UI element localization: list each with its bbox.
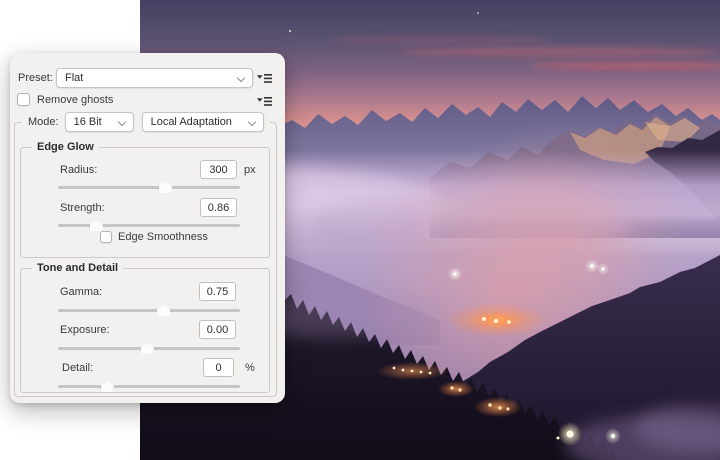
bit-depth-value: 16 Bit — [73, 116, 102, 128]
detail-slider[interactable] — [58, 380, 240, 393]
mode-row: Mode: 16 Bit Local Adaptation — [22, 111, 270, 133]
gamma-input[interactable] — [199, 282, 236, 301]
flyout-menu-icon — [257, 74, 272, 83]
gamma-label: Gamma: — [60, 286, 103, 298]
mode-label: Mode: — [28, 115, 59, 128]
preset-flyout-button[interactable] — [257, 73, 272, 84]
radius-slider-thumb[interactable] — [158, 182, 172, 193]
radius-unit: px — [244, 164, 256, 176]
method-dropdown[interactable]: Local Adaptation — [141, 112, 264, 132]
bit-depth-dropdown[interactable]: 16 Bit — [64, 112, 134, 132]
chevron-down-icon — [236, 73, 246, 83]
flyout-menu-icon — [257, 97, 272, 106]
exposure-slider[interactable] — [58, 342, 240, 355]
strength-label: Strength: — [60, 202, 105, 214]
method-value: Local Adaptation — [150, 116, 232, 128]
gamma-slider[interactable] — [58, 304, 240, 317]
detail-label: Detail: — [62, 362, 94, 374]
radius-input[interactable] — [200, 160, 237, 179]
remove-ghosts-label: Remove ghosts — [37, 94, 114, 106]
strength-input[interactable] — [200, 198, 237, 217]
edge-smoothness-label: Edge Smoothness — [118, 231, 208, 243]
exposure-slider-thumb[interactable] — [140, 343, 154, 354]
ghosts-flyout-button[interactable] — [257, 96, 272, 107]
page: Preset: Flat Remove ghosts Mode: 16 Bit … — [0, 0, 720, 460]
hdr-toning-dialog: Preset: Flat Remove ghosts Mode: 16 Bit … — [10, 53, 285, 403]
detail-input[interactable] — [203, 358, 234, 377]
preset-dropdown-value: Flat — [65, 72, 84, 84]
detail-slider-thumb[interactable] — [100, 381, 114, 392]
chevron-down-icon — [117, 117, 126, 127]
exposure-label: Exposure: — [60, 324, 110, 336]
detail-unit: % — [245, 362, 255, 374]
strength-slider-thumb[interactable] — [89, 220, 103, 231]
gamma-slider-thumb[interactable] — [157, 305, 171, 316]
edge-smoothness-checkbox[interactable] — [100, 231, 112, 243]
radius-label: Radius: — [60, 164, 98, 176]
preset-dropdown[interactable]: Flat — [56, 68, 253, 88]
remove-ghosts-checkbox[interactable] — [17, 93, 30, 106]
chevron-down-icon — [247, 117, 256, 127]
edge-glow-title: Edge Glow — [32, 141, 99, 154]
tone-detail-title: Tone and Detail — [32, 262, 124, 275]
exposure-input[interactable] — [199, 320, 236, 339]
radius-slider[interactable] — [58, 181, 240, 194]
preset-label: Preset: — [18, 72, 53, 84]
